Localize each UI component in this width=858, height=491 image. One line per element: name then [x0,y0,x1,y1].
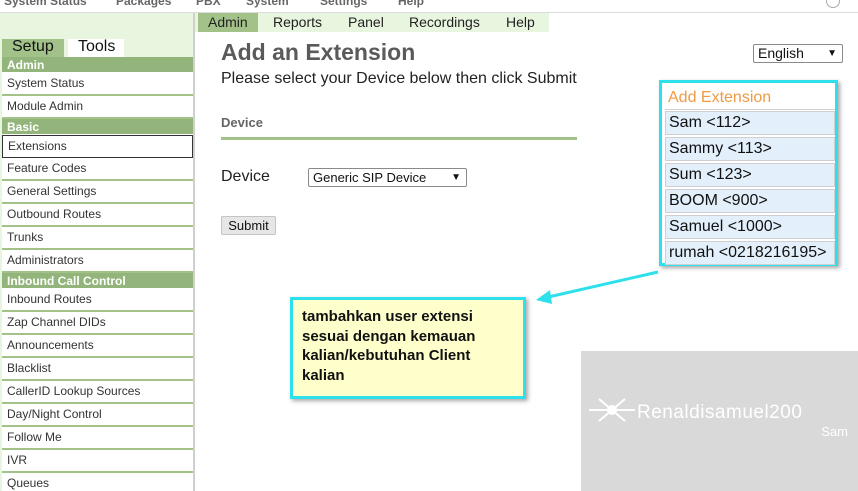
sidebar-item-announcements[interactable]: Announcements [2,335,193,358]
sidebar-nav: Admin System Status Module Admin Basic E… [2,57,193,491]
sidebar-item-callerid-lookup-sources[interactable]: CallerID Lookup Sources [2,381,193,404]
top-menu-pbx[interactable]: PBX [196,0,221,8]
module-tab-admin[interactable]: Admin [198,13,258,32]
top-menu-bar: System Status Packages PBX System Settin… [0,0,858,13]
add-extension-link[interactable]: Add Extension [665,85,835,110]
sidebar-item-extensions[interactable]: Extensions [2,135,193,158]
extension-item[interactable]: Sammy <113> [665,137,835,161]
extension-item[interactable]: Sum <123> [665,163,835,187]
extension-item[interactable]: rumah <0218216195> [665,241,835,265]
sidebar-item-feature-codes[interactable]: Feature Codes [2,158,193,181]
top-menu-settings[interactable]: Settings [320,0,367,8]
watermark-sub: Sam [821,424,848,439]
dropdown-arrow-icon: ▼ [451,172,461,183]
watermark-logo-icon [589,398,635,422]
device-select-value: Generic SIP Device [313,170,427,185]
watermark: Renaldisamuel200 Sam [581,351,858,491]
sidebar-item-queues[interactable]: Queues [2,473,193,491]
extension-list-panel: Add Extension Sam <112> Sammy <113> Sum … [659,80,838,266]
module-tab-panel[interactable]: Panel [348,13,384,32]
watermark-name: Renaldisamuel200 [637,402,803,423]
sidebar-item-trunks[interactable]: Trunks [2,227,193,250]
sidebar-item-outbound-routes[interactable]: Outbound Routes [2,204,193,227]
nav-header-admin: Admin [2,57,193,73]
module-tab-recordings[interactable]: Recordings [409,13,480,32]
language-select-value: English [758,45,804,61]
sidebar-item-blacklist[interactable]: Blacklist [2,358,193,381]
page-subtitle: Please select your Device below then cli… [221,70,577,87]
module-tab-reports[interactable]: Reports [273,13,322,32]
window-control-icon[interactable] [826,0,840,8]
sidebar-item-general-settings[interactable]: General Settings [2,181,193,204]
extension-item[interactable]: Samuel <1000> [665,215,835,239]
submit-button[interactable]: Submit [221,216,276,235]
sidebar-item-follow-me[interactable]: Follow Me [2,427,193,450]
device-field-label: Device [221,168,270,185]
top-menu-system[interactable]: System [246,0,289,8]
page-title: Add an Extension [221,39,416,65]
sidebar: Setup Tools Admin System Status Module A… [0,13,195,491]
nav-header-basic: Basic [2,119,193,135]
top-menu-help[interactable]: Help [398,0,424,8]
annotation-callout: tambahkan user extensi sesuai dengan kem… [290,297,526,399]
sidebar-item-zap-channel-dids[interactable]: Zap Channel DIDs [2,312,193,335]
extension-item[interactable]: BOOM <900> [665,189,835,213]
sidebar-item-system-status[interactable]: System Status [2,73,193,96]
sidebar-item-inbound-routes[interactable]: Inbound Routes [2,289,193,312]
sidebar-item-ivr[interactable]: IVR [2,450,193,473]
callout-arrow-icon [536,270,659,304]
top-menu-system-status[interactable]: System Status [4,0,87,8]
section-divider [221,137,577,140]
top-menu-packages[interactable]: Packages [116,0,171,8]
nav-header-inbound-call-control: Inbound Call Control [2,273,193,289]
module-tab-help[interactable]: Help [506,13,535,32]
section-label-device: Device [221,115,263,130]
language-select[interactable]: English ▼ [753,44,843,63]
sidebar-item-module-admin[interactable]: Module Admin [2,96,193,119]
dropdown-arrow-icon: ▼ [827,48,837,59]
extension-item[interactable]: Sam <112> [665,111,835,135]
device-select[interactable]: Generic SIP Device ▼ [308,168,467,187]
callout-text: tambahkan user extensi sesuai dengan kem… [302,308,476,384]
sidebar-item-day-night-control[interactable]: Day/Night Control [2,404,193,427]
sidebar-item-administrators[interactable]: Administrators [2,250,193,273]
module-menu: Admin Reports Panel Recordings Help [195,13,549,32]
